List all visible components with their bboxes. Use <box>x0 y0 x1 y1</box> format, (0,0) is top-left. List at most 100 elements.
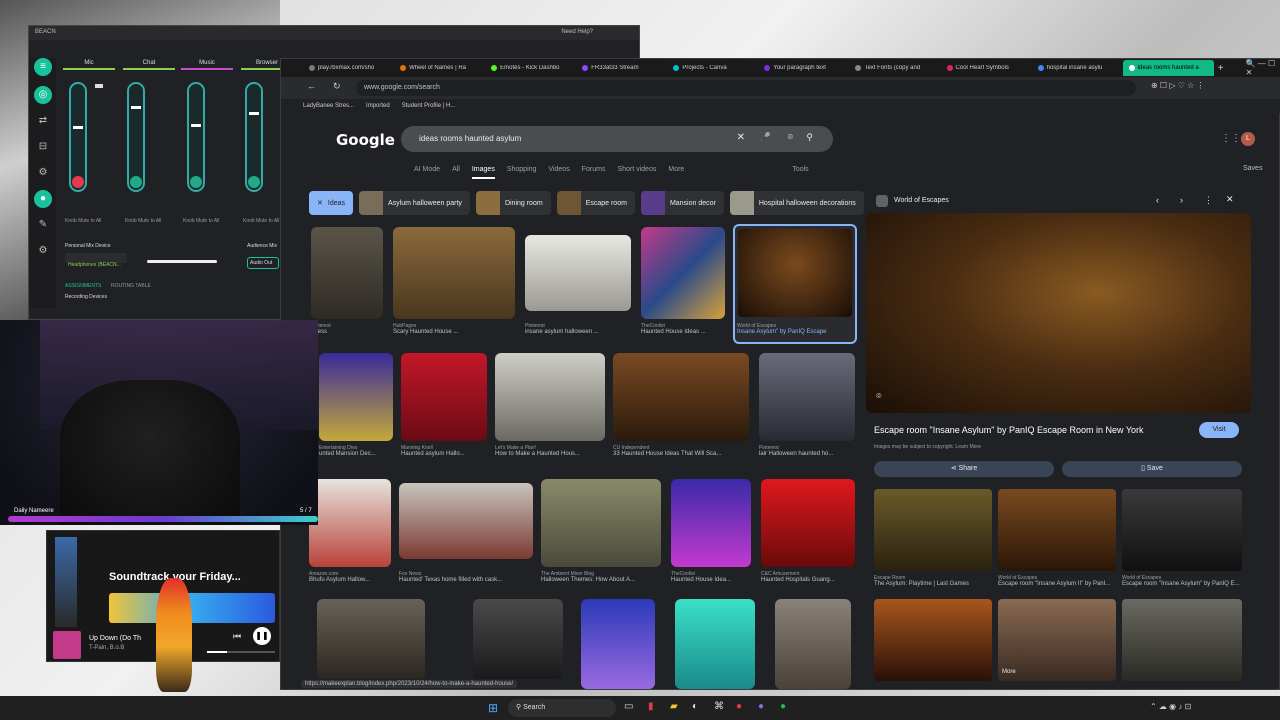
mic-icon[interactable]: 🎤 <box>760 132 771 143</box>
result-image-19[interactable] <box>675 599 755 689</box>
result-image-13[interactable] <box>541 479 661 567</box>
related-image-2[interactable] <box>998 489 1116 571</box>
chip-asylum-party[interactable]: Asylum halloween party <box>359 191 470 215</box>
personal-mix-select[interactable]: Headphones (BEACN... <box>65 253 127 268</box>
result-image-17[interactable] <box>473 599 563 679</box>
back-icon[interactable]: ← <box>307 81 316 91</box>
result-image-9[interactable] <box>613 353 749 441</box>
pause-button[interactable]: ❚❚ <box>253 627 271 645</box>
bookmark-1[interactable]: LadyBanee Stres... <box>303 103 354 109</box>
help-link[interactable]: Need Help? <box>561 29 593 37</box>
related-image-1[interactable] <box>874 489 992 571</box>
google-logo[interactable]: Google <box>336 131 395 149</box>
result-image-12[interactable] <box>399 483 533 559</box>
save-button[interactable]: ▯ Save <box>1062 461 1242 477</box>
music-fader[interactable] <box>187 82 205 192</box>
related-image-5[interactable]: More <box>998 599 1116 681</box>
mixer-gear-icon[interactable]: ⚙ <box>34 242 52 260</box>
chip-hospital-decorations[interactable]: Hospital halloween decorations <box>729 191 864 215</box>
url-bar[interactable]: www.google.com/search <box>356 80 1136 96</box>
reload-icon[interactable]: ↻ <box>333 81 341 92</box>
panel-main-image[interactable]: ⌾ <box>866 213 1251 413</box>
mixer-edit-icon[interactable]: ✎ <box>34 216 52 234</box>
next-icon[interactable]: › <box>1180 195 1183 205</box>
mixer-plug-icon[interactable]: ⊟ <box>34 138 52 156</box>
panel-source[interactable]: World of Escapes <box>894 197 949 204</box>
result-image-1[interactable] <box>311 227 383 319</box>
chip-ideas[interactable]: ✕ Ideas <box>309 191 353 215</box>
taskbar-search[interactable]: ⚲ Search <box>508 699 616 717</box>
related-caption-1[interactable]: Escape Room The Asylum: Playtime | Last G… <box>874 575 992 587</box>
audio-out-button[interactable]: Audio Out <box>247 257 279 269</box>
chip-dining-room[interactable]: Dining room <box>475 191 551 215</box>
tab-tools[interactable]: Tools <box>792 166 808 179</box>
close-panel-icon[interactable]: ✕ <box>1226 194 1234 205</box>
tab-shopping[interactable]: Shopping <box>507 166 537 179</box>
avatar[interactable]: L <box>1241 132 1255 146</box>
result-caption-10[interactable]: Pinterest lair Halloween haunted ho... <box>759 445 855 457</box>
tab-more[interactable]: More <box>668 166 684 179</box>
browser-fader[interactable] <box>245 82 263 192</box>
bookmark-2[interactable]: Imported <box>366 103 390 109</box>
system-tray-icons[interactable]: ⌃ ☁ ◉ ♪ ⊡ <box>1150 702 1191 711</box>
window-controls[interactable]: 🔍 — ☐ ✕ <box>1246 59 1280 77</box>
tab-3[interactable]: Emotes - Kick Dashbo <box>485 65 576 71</box>
chip-escape-room[interactable]: Escape room <box>556 191 635 215</box>
song-title[interactable]: Up Down (Do Th <box>89 635 141 642</box>
mixer-home-icon[interactable]: ≡ <box>34 58 52 76</box>
mic-fader[interactable] <box>69 82 87 192</box>
result-caption-1[interactable]: Pinterest stress <box>311 323 383 335</box>
lens-search-icon[interactable]: ⌾ <box>876 391 881 402</box>
result-image-3[interactable] <box>525 235 631 311</box>
saves-button[interactable]: Saves <box>1243 165 1262 172</box>
lens-icon[interactable]: ⌾ <box>788 132 793 143</box>
prev-icon[interactable]: ‹ <box>1156 195 1159 205</box>
chat-mute-icon[interactable] <box>130 176 142 188</box>
tab-ai-mode[interactable]: AI Mode <box>414 166 440 179</box>
result-image-14[interactable] <box>671 479 751 567</box>
browser-mute-icon[interactable] <box>248 176 260 188</box>
result-caption-3[interactable]: Pinterest insane asylum halloween ... <box>525 323 631 335</box>
result-caption-12[interactable]: Fox News Haunted' Texas home filled with … <box>399 571 533 583</box>
tab-all[interactable]: All <box>452 166 460 179</box>
result-image-18[interactable] <box>581 599 655 689</box>
tab-6[interactable]: Your paragraph text <box>758 65 849 71</box>
tab-9[interactable]: hospital insane asylu <box>1032 65 1123 71</box>
result-caption-11[interactable]: Amazon.com Bhufu Asylum Hallow... <box>309 571 391 583</box>
previous-icon[interactable]: ⏮ <box>233 631 241 642</box>
result-image-20[interactable] <box>775 599 851 689</box>
assignments-tab[interactable]: ASSIGNMENTS <box>65 283 101 289</box>
extensions-icons[interactable]: ⊕ ☐ ▷ ♡ ☆ ⋮ <box>1151 81 1204 90</box>
tab-7[interactable]: Text Fonts (copy and <box>849 65 940 71</box>
result-caption-2[interactable]: HubPages Scary Haunted House ... <box>393 323 515 335</box>
result-caption-5[interactable]: World of Escapes Insane Asylum" by PanIQ … <box>737 323 855 335</box>
windows-start-icon[interactable]: ⊞ <box>488 701 498 715</box>
playback-progress[interactable] <box>207 651 275 653</box>
task-view-icon[interactable]: ▭ <box>624 701 633 712</box>
result-image-16[interactable] <box>317 599 425 679</box>
result-image-15[interactable] <box>761 479 855 567</box>
mixer-device-icon[interactable]: ◎ <box>34 86 52 104</box>
result-image-2[interactable] <box>393 227 515 319</box>
app-icon-1[interactable]: ▮ <box>648 701 654 712</box>
tab-videos[interactable]: Videos <box>548 166 569 179</box>
clear-icon[interactable]: ✕ <box>737 132 745 143</box>
search-icon[interactable]: ⚲ <box>806 132 813 143</box>
result-image-6[interactable] <box>319 353 393 441</box>
tab-2[interactable]: Wheel of Names | Ra <box>394 65 485 71</box>
result-caption-4[interactable]: TheCoolist Haunted House Ideas ... <box>641 323 725 335</box>
related-image-4[interactable] <box>874 599 992 681</box>
music-mute-icon[interactable] <box>190 176 202 188</box>
result-image-7[interactable] <box>401 353 487 441</box>
related-caption-3[interactable]: World of Escapes Escape room "Insane Asyl… <box>1122 575 1242 587</box>
search-input[interactable]: ideas rooms haunted asylum ✕ 🎤 ⌾ ⚲ <box>401 126 833 152</box>
bookmark-3[interactable]: Student Profile | H... <box>402 103 456 109</box>
tab-8[interactable]: Cool Heart Symbols <box>941 65 1032 71</box>
more-label[interactable]: More <box>1002 669 1016 675</box>
tab-1[interactable]: play.rbxmax.com/sho <box>303 65 394 71</box>
song-artist[interactable]: T-Pain, B.o.B <box>89 645 124 651</box>
related-image-6[interactable] <box>1122 599 1242 681</box>
mixer-settings-icon[interactable]: ⚙ <box>34 164 52 182</box>
panel-title[interactable]: Escape room "Insane Asylum" by PanIQ Esc… <box>874 425 1144 435</box>
chip-mansion-decor[interactable]: Mansion decor <box>640 191 724 215</box>
